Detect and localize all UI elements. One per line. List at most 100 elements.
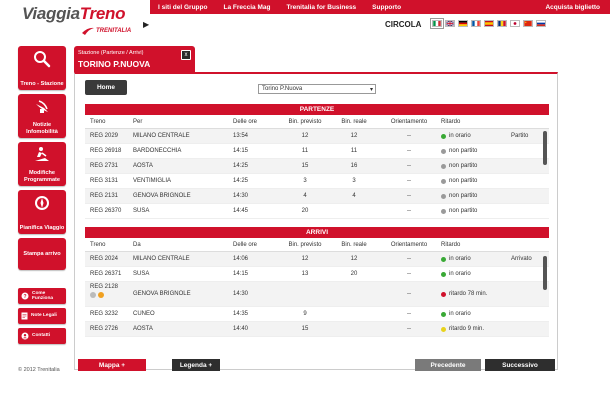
- partenze-table: Treno Per Delle ore Bin. previsto Bin. r…: [85, 115, 549, 219]
- table-row[interactable]: REG 26370 SUSA 14:45 20 -- non partito: [85, 204, 549, 219]
- col-bin-reale: Bin. reale: [341, 241, 367, 248]
- platform-actual: 12: [350, 133, 358, 139]
- flag-it-icon[interactable]: [430, 18, 444, 29]
- flag-jp-icon[interactable]: [510, 20, 520, 27]
- station-select[interactable]: Torino P.Nuova ▾: [258, 84, 376, 94]
- col-treno: Treno: [90, 118, 106, 125]
- col-delle-ore: Delle ore: [233, 118, 258, 125]
- flag-gb-icon[interactable]: [445, 20, 455, 27]
- nav-item-acquista[interactable]: Acquista biglietto: [537, 4, 610, 11]
- home-button[interactable]: Home: [85, 80, 127, 95]
- table-row[interactable]: REG 2726 AOSTA 14:40 15 -- ritardo 9 min.: [85, 322, 549, 337]
- platform-planned: 12: [301, 133, 309, 139]
- delay-text: in orario: [449, 271, 471, 277]
- table-row[interactable]: REG 26371 SUSA 14:15 13 20 -- in orario: [85, 267, 549, 282]
- table-row[interactable]: REG 2128 GENOVA BRIGNOLE 14:30 -- ritardo 78…: [85, 282, 549, 307]
- delay-status: non partito: [441, 178, 511, 184]
- train-number: REG 2131: [90, 193, 119, 199]
- orientation: --: [407, 193, 411, 199]
- small-link-label: Contatti: [32, 333, 51, 339]
- sidebar: Treno - Stazione Notizie Infomobilità Mo…: [18, 46, 66, 348]
- orientation: --: [407, 291, 411, 297]
- sidebar-link-note-legali[interactable]: Note Legali: [18, 308, 66, 324]
- legenda-button[interactable]: Legenda +: [172, 359, 220, 371]
- warning-icon[interactable]: [98, 292, 104, 298]
- sidebar-link-come-funziona[interactable]: ? Come Funziona: [18, 288, 66, 304]
- orientation: --: [407, 178, 411, 184]
- arrivi-scrollbar[interactable]: [543, 256, 547, 290]
- platform-planned: 20: [301, 208, 309, 214]
- platform-planned: 3: [303, 178, 307, 184]
- scheduled-time: 14:35: [233, 311, 249, 317]
- flag-de-icon[interactable]: [458, 20, 468, 27]
- svg-text:?: ?: [23, 294, 26, 300]
- nav-item-supporto[interactable]: Supporto: [364, 4, 409, 11]
- status-dot-icon: [441, 133, 446, 139]
- col-bin-previsto: Bin. previsto: [288, 118, 322, 125]
- document-icon: [21, 312, 28, 320]
- delay-text: in orario: [449, 311, 471, 317]
- partenze-scrollbar[interactable]: [543, 131, 547, 165]
- table-header: Treno Da Delle ore Bin. previsto Bin. re…: [85, 238, 549, 252]
- table-row[interactable]: REG 3232 CUNEO 14:35 9 -- in orario: [85, 307, 549, 322]
- flag-es-icon[interactable]: [484, 20, 494, 27]
- table-row[interactable]: REG 2024 MILANO CENTRALE 14:06 12 12 -- in ora…: [85, 252, 549, 267]
- sidebar-item-label: Pianifica Viaggio: [19, 224, 65, 231]
- platform-actual: 16: [350, 163, 358, 169]
- nav-item-business[interactable]: Trenitalia for Business: [278, 4, 364, 11]
- precedente-button[interactable]: Precedente: [415, 359, 481, 371]
- clock-icon[interactable]: [90, 292, 96, 298]
- close-icon: x: [184, 52, 188, 58]
- platform-actual: 12: [350, 256, 358, 262]
- flag-fr-icon[interactable]: [471, 20, 481, 27]
- arrivi-rows: REG 2024 MILANO CENTRALE 14:06 12 12 -- in ora…: [85, 252, 549, 337]
- help-icon: ?: [21, 292, 29, 300]
- trenitalia-logo: TRENITALIA: [82, 27, 131, 35]
- search-icon: [34, 51, 51, 68]
- delay-status: in orario: [441, 311, 511, 317]
- table-row[interactable]: REG 2131 GENOVA BRIGNOLE 14:30 4 4 -- non part…: [85, 189, 549, 204]
- station-name: GENOVA BRIGNOLE: [133, 291, 191, 297]
- table-row[interactable]: REG 2029 MILANO CENTRALE 13:54 12 12 -- in ora…: [85, 129, 549, 144]
- trenitalia-swoosh-icon: [82, 27, 94, 35]
- station-name: MILANO CENTRALE: [133, 256, 190, 262]
- station-name: TORINO P.NUOVA: [78, 59, 151, 69]
- sidebar-item-stampa[interactable]: Stampa arrivo: [18, 238, 66, 270]
- successivo-button[interactable]: Successivo: [485, 359, 555, 371]
- flag-cn-icon[interactable]: [523, 20, 533, 27]
- station-tab: Stazione (Partenze / Arrivi) TORINO P.NU…: [74, 46, 195, 72]
- delay-status: ritardo 9 min.: [441, 326, 511, 332]
- platform-actual: 4: [352, 193, 356, 199]
- play-icon[interactable]: ▶: [143, 20, 149, 29]
- delay-status: non partito: [441, 148, 511, 154]
- nav-item-freccia-mag[interactable]: La Freccia Mag: [215, 4, 278, 11]
- language-flags: [430, 18, 546, 29]
- platform-planned: 9: [303, 311, 307, 317]
- table-row[interactable]: REG 2731 AOSTA 14:25 15 16 -- non partito: [85, 159, 549, 174]
- sidebar-item-treno-stazione[interactable]: Treno - Stazione: [18, 46, 66, 90]
- col-da: Da: [133, 241, 141, 248]
- station-name: VENTIMIGLIA: [133, 178, 172, 184]
- flag-ru-icon[interactable]: [536, 20, 546, 27]
- station-name: BARDONECCHIA: [133, 148, 182, 154]
- platform-planned: 4: [303, 193, 307, 199]
- small-link-label: Note Legali: [31, 313, 57, 319]
- mappa-button[interactable]: Mappa +: [78, 359, 146, 371]
- sidebar-item-modifiche[interactable]: Modifiche Programmate: [18, 142, 66, 186]
- scheduled-time: 14:15: [233, 148, 249, 154]
- sidebar-item-pianifica[interactable]: Pianifica Viaggio: [18, 190, 66, 234]
- train-number: REG 3131: [90, 178, 119, 184]
- logo-part-2: Treno: [79, 4, 126, 23]
- table-row[interactable]: REG 3131 VENTIMIGLIA 14:25 3 3 -- non partito: [85, 174, 549, 189]
- table-row[interactable]: REG 26918 BARDONECCHIA 14:15 11 11 -- non part…: [85, 144, 549, 159]
- scheduled-time: 14:45: [233, 208, 249, 214]
- flag-ro-icon[interactable]: [497, 20, 507, 27]
- sidebar-link-contatti[interactable]: Contatti: [18, 328, 66, 344]
- close-button[interactable]: x: [181, 50, 191, 60]
- viaggiatreno-logo[interactable]: ViaggiaTreno TRENITALIA: [22, 4, 140, 40]
- sidebar-item-notizie[interactable]: Notizie Infomobilità: [18, 94, 66, 138]
- col-ritardo: Ritardo: [441, 118, 461, 125]
- nav-item-siti-gruppo[interactable]: I siti del Gruppo: [150, 4, 215, 11]
- col-delle-ore: Delle ore: [233, 241, 258, 248]
- status-dot-icon: [441, 256, 446, 262]
